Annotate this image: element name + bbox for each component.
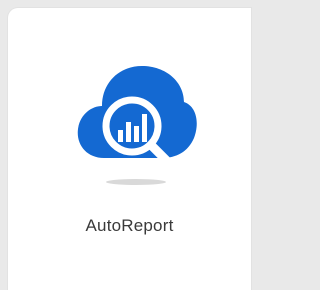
cloud-shape <box>77 66 197 158</box>
autoreport-logo-icon <box>77 66 197 185</box>
logo-shadow <box>106 179 166 185</box>
bar-4 <box>142 114 147 142</box>
app-card[interactable]: AutoReport <box>8 8 251 290</box>
app-name-label: AutoReport <box>85 216 174 235</box>
bar-3 <box>134 126 139 142</box>
bar-2 <box>126 122 131 142</box>
bar-1 <box>118 130 123 142</box>
